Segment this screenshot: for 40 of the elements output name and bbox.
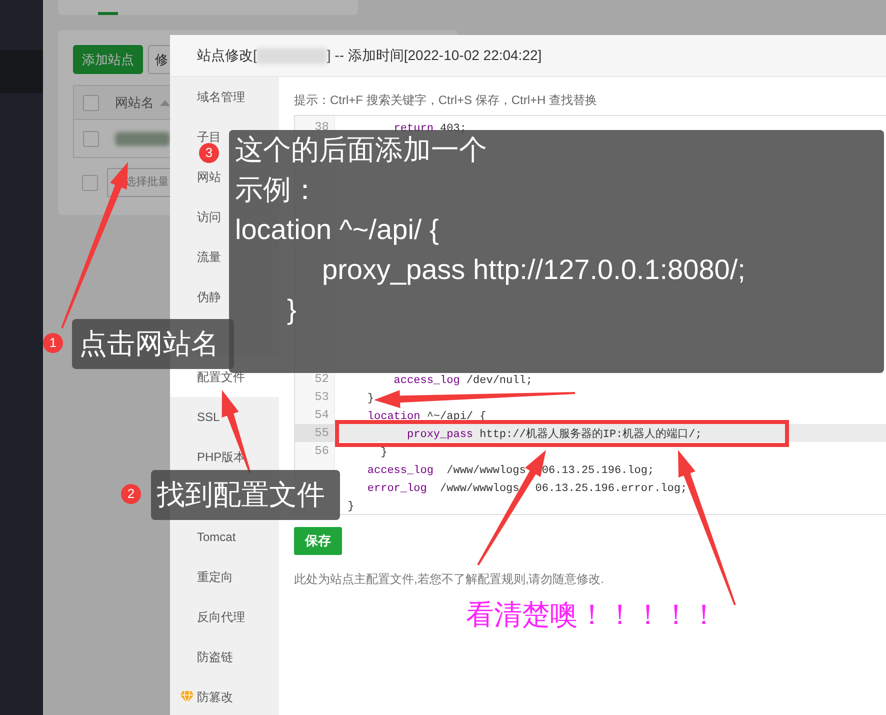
line-number: 56 [314,443,330,460]
redacted-site-name [256,48,327,64]
dialog-title: ] -- 添加时间[2022-10-02 22:04:22] [326,46,542,65]
callout-text: 这个的后面添加一个 [235,133,487,167]
code-line: access_log /www/wwwlogs 06.13.25.196.log; [366,465,654,477]
gem-icon [180,691,194,703]
callout-code-line: } [286,293,296,327]
line-number: 53 [314,389,330,406]
column-header[interactable]: 网站名 [115,92,154,112]
config-warning-text: 此处为站点主配置文件,若您不了解配置规则,请勿随意修改. [294,571,606,588]
code-line: } [380,447,388,459]
step-number-badge: 1 [43,333,63,353]
callout-code-line: location ^~/api/ { [235,213,439,247]
menu-item[interactable]: 反向代理 [170,597,279,637]
sort-up-icon[interactable] [160,100,170,106]
code-line: } [366,393,374,405]
code-line: access_log /dev/null; [392,375,532,387]
code-line: error_log /www/wwwlogs 06.13.25.196.error.log; [366,483,688,495]
line-number: 54 [314,407,330,424]
callout-code-line: proxy_pass http://127.0.0.1:8080/; [321,253,746,287]
checkbox[interactable] [83,94,99,110]
checkbox[interactable] [82,174,98,190]
menu-item[interactable]: 防篡改 [170,677,279,715]
callout-text: 找到配置文件 [157,478,325,512]
callout-text: 示例： [235,173,319,207]
menu-item[interactable]: SSL [170,397,279,437]
menu-item[interactable]: Tomcat [170,517,279,557]
line-number: 55 [295,424,334,442]
code-line: } [346,501,354,513]
redacted-site-name [115,132,170,146]
menu-item[interactable]: 防盗链 [170,637,279,677]
code-line: proxy_pass http://机器人服务器的IP:机器人的端口/; [406,429,702,441]
hint-text: 提示：Ctrl+F 搜索关键字，Ctrl+S 保存，Ctrl+H 查找替换 [294,92,598,108]
warning-text: 看清楚噢！！！！！ [466,598,718,632]
checkbox[interactable] [83,130,99,146]
line-number: 52 [314,371,330,388]
menu-item[interactable]: 重定向 [170,557,279,597]
dialog-title: 站点修改[ [197,46,257,65]
step-number-badge: 2 [121,484,141,504]
menu-item[interactable]: 域名管理 [170,77,279,117]
